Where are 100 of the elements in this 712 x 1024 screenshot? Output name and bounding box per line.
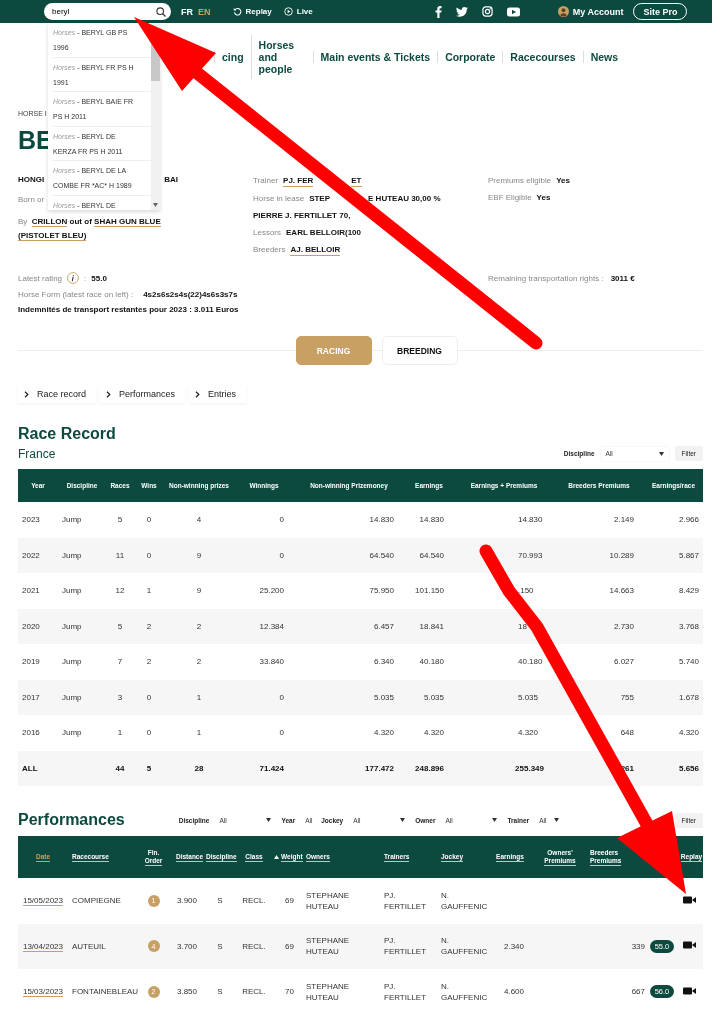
table-cell: S	[217, 987, 223, 997]
dam-link[interactable]: (PISTOLET BLEU)	[18, 231, 87, 241]
detail-label: Trainer	[253, 175, 279, 186]
table-cell: Jump	[62, 657, 82, 667]
youtube-icon[interactable]	[506, 6, 520, 17]
language-link[interactable]: EN	[198, 6, 211, 17]
detail-value: PIERRE J. FERTILLET 70,	[253, 210, 351, 221]
table-cell: 40.180	[518, 657, 544, 667]
detail-label: Horse in lease	[253, 193, 305, 204]
anchor-link[interactable]: Race record	[18, 385, 97, 403]
table-cell: 5	[146, 763, 152, 773]
video-camera-icon[interactable]	[683, 895, 696, 904]
table-cell: 5.035	[423, 692, 444, 702]
anchor-link[interactable]: Entries	[189, 385, 247, 403]
table-cell: 14.830	[518, 515, 544, 525]
form-label: Horse Form (latest race on left) :	[18, 290, 134, 299]
replay-icon	[232, 7, 242, 16]
detail-label: EBF Eligible	[488, 192, 532, 203]
detail-link[interactable]: PJ. FER	[283, 175, 314, 187]
live-link[interactable]: Live	[283, 7, 313, 16]
detail-value: EARL BELLOIR(100	[286, 227, 361, 238]
table-cell: PJ. FERTILLET	[384, 981, 427, 1002]
table-cell: Jump	[62, 515, 82, 525]
sire-link[interactable]: CRILLON	[31, 217, 68, 227]
nav-link[interactable]: Corporate	[437, 51, 503, 63]
detail-label: Lessors	[253, 227, 281, 238]
table-cell: Jump	[62, 621, 82, 631]
table-cell: RECL.	[242, 896, 266, 906]
detail-link[interactable]: ET	[351, 175, 362, 187]
table-cell: 2020	[22, 621, 40, 631]
account-link[interactable]: My Account	[557, 6, 624, 17]
search-icon[interactable]	[156, 6, 166, 17]
table-cell: 33.840	[259, 657, 284, 667]
table-cell: 4.320	[373, 728, 394, 738]
table-cell: 10.289	[609, 550, 634, 560]
nav-link[interactable]: News	[582, 51, 626, 63]
sort-icon[interactable]	[274, 855, 279, 859]
instagram-icon[interactable]	[481, 6, 493, 17]
table-cell: 5.656	[678, 763, 699, 773]
table-cell: RECL.	[242, 987, 266, 997]
table-cell-text: 4.320	[518, 728, 540, 738]
table-cell: 70.993	[518, 550, 544, 560]
table-cell: 101.150	[415, 586, 444, 596]
table-cell: N. GAUFFENIC	[441, 936, 488, 957]
table-cell: 18.841	[419, 621, 444, 631]
scroll-down-icon[interactable]	[153, 203, 158, 207]
table-cell: 1	[196, 728, 202, 738]
table-cell: 2	[146, 621, 152, 631]
table-cell: 71.424	[259, 763, 284, 773]
by-label: By	[18, 217, 28, 226]
table-cell: 648	[620, 728, 634, 738]
chevron-icon	[195, 390, 201, 398]
table-cell: 0	[279, 728, 284, 738]
table-cell: Jump	[62, 550, 82, 560]
date-link[interactable]: 15/03/2023	[22, 987, 63, 998]
table-cell: STEPHANE HUTEAU	[306, 981, 350, 1002]
table-cell: AUTEUIL	[72, 941, 106, 951]
table-cell: 2.730	[613, 621, 634, 631]
table-cell: 4	[196, 515, 202, 525]
video-camera-icon[interactable]	[683, 941, 696, 950]
table-cell: 14.663	[609, 586, 634, 596]
date-link[interactable]: 15/05/2023	[22, 896, 63, 907]
table-cell: 2016	[22, 728, 40, 738]
table-cell: 5	[117, 621, 123, 631]
detail-value: E HUTEAU 30,00 %	[368, 193, 441, 204]
section-tab[interactable]: BREEDING	[381, 336, 458, 365]
table-cell: 69	[285, 896, 294, 906]
transport-value: 3011 €	[610, 273, 635, 283]
detail-link[interactable]: AJ. BELLOIR	[290, 244, 341, 256]
video-camera-icon[interactable]	[683, 986, 696, 995]
table-cell: 0	[279, 515, 284, 525]
table-cell: 2	[196, 621, 202, 631]
table-cell: 6.340	[373, 657, 394, 667]
table-cell: 64.540	[419, 550, 444, 560]
replay-link[interactable]: Replay	[232, 7, 272, 16]
anchor-link[interactable]: Performances	[100, 385, 186, 403]
twitter-icon[interactable]	[455, 6, 468, 17]
table-cell: 2017	[22, 692, 40, 702]
facebook-icon[interactable]	[434, 5, 442, 18]
table-cell: 64.540	[369, 550, 394, 560]
nav-link[interactable]: Horses and people	[250, 35, 313, 79]
dam-link[interactable]: SHAH GUN BLUE	[94, 217, 161, 227]
language-link[interactable]: FR	[181, 6, 193, 17]
table-cell: 5	[117, 515, 123, 525]
table-cell: 40.180	[419, 657, 444, 667]
table-cell: ALL	[22, 763, 38, 773]
table-cell: 9	[196, 550, 202, 560]
search-field[interactable]: beryl	[44, 3, 171, 20]
table-cell: Jump	[62, 692, 82, 702]
info-icon[interactable]	[67, 272, 80, 284]
table-cell: 2.149	[613, 515, 634, 525]
table-cell: 5.740	[678, 657, 699, 667]
table-cell: 2019	[22, 657, 40, 667]
table-cell: PJ. FERTILLET	[384, 890, 427, 911]
date-link[interactable]: 13/04/2023	[22, 941, 63, 952]
table-cell: 5.867	[678, 550, 699, 560]
detail-value: Yes	[556, 175, 570, 186]
table-cell: COMPIEGNE	[72, 896, 121, 906]
nav-link[interactable]: Racecourses	[502, 51, 583, 63]
nav-link[interactable]: Main events & Tickets	[312, 51, 438, 63]
